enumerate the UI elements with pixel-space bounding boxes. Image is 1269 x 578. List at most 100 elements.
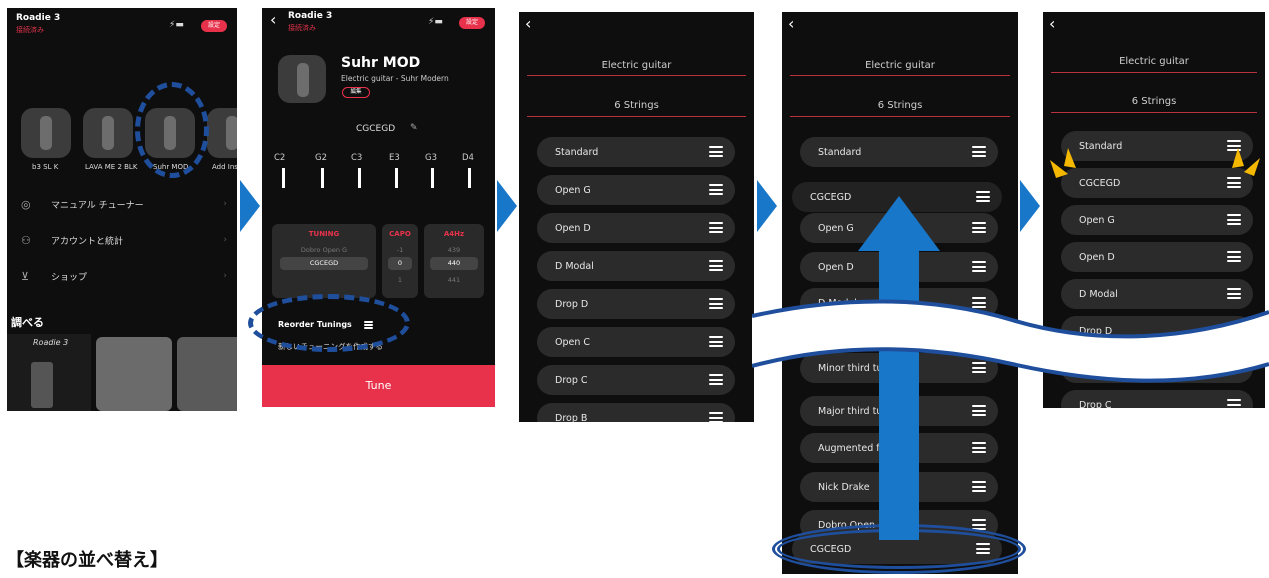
strings-header: 6 Strings bbox=[877, 100, 923, 111]
tuning-list-item[interactable]: Drop B bbox=[537, 403, 735, 422]
edit-pill[interactable]: 編集 bbox=[342, 87, 370, 98]
wave-break bbox=[752, 299, 1269, 383]
drag-handle-icon[interactable] bbox=[1227, 251, 1241, 263]
next-arrow-icon bbox=[240, 180, 260, 232]
drag-handle-icon[interactable] bbox=[1227, 214, 1241, 226]
edit-icon[interactable]: ✎ bbox=[410, 123, 418, 133]
tuning-label: Drop B bbox=[555, 412, 588, 423]
capo-picker[interactable]: CAPO -1 0 1 bbox=[382, 224, 418, 298]
drag-handle-icon[interactable] bbox=[709, 146, 723, 158]
drag-handle-icon[interactable] bbox=[972, 261, 986, 273]
promo-card-3[interactable] bbox=[177, 337, 237, 411]
tuning-list-item[interactable]: Standard bbox=[800, 137, 998, 167]
string-marker bbox=[468, 168, 471, 188]
menu-account[interactable]: ⚇ アカウントと統計 › bbox=[21, 231, 227, 249]
drag-handle-icon[interactable] bbox=[709, 222, 723, 234]
back-icon[interactable]: ‹ bbox=[788, 16, 794, 32]
connection-status: 接続済み bbox=[16, 26, 44, 34]
tuning-list-item[interactable]: Open D bbox=[537, 213, 735, 243]
tuning-list-item[interactable]: Open C bbox=[537, 327, 735, 357]
caption-title: 【楽器の並べ替え】 bbox=[6, 550, 168, 571]
instrument-subtitle: Electric guitar - Suhr Modern bbox=[341, 74, 449, 83]
divider bbox=[790, 75, 1010, 76]
settings-pill[interactable]: 設定 bbox=[459, 17, 485, 29]
tuning-list-item[interactable]: Open G bbox=[537, 175, 735, 205]
tuning-list-item[interactable]: Standard bbox=[537, 137, 735, 167]
drag-handle-icon[interactable] bbox=[1227, 399, 1241, 408]
tuning-label: Open C bbox=[555, 336, 591, 348]
highlight-oval bbox=[135, 82, 209, 178]
tuning-label: Drop C bbox=[555, 374, 588, 386]
divider bbox=[790, 116, 1010, 117]
back-icon[interactable]: ‹ bbox=[1049, 16, 1055, 32]
tuning-list-item[interactable]: Drop C bbox=[1061, 390, 1253, 408]
app-title: Roadie 3 bbox=[16, 13, 61, 23]
user-icon: ⚇ bbox=[21, 233, 31, 247]
add-instrument-tile[interactable] bbox=[207, 108, 237, 158]
strings-header: 6 Strings bbox=[1131, 96, 1177, 107]
drag-handle-icon[interactable] bbox=[976, 191, 990, 203]
drag-handle-icon[interactable] bbox=[709, 336, 723, 348]
tuning-label: Open D bbox=[818, 261, 854, 273]
app-title: Roadie 3 bbox=[288, 11, 333, 21]
drag-handle-icon[interactable] bbox=[972, 442, 986, 454]
next-arrow-icon bbox=[497, 180, 517, 232]
string-note: G3 bbox=[425, 153, 437, 163]
drag-handle-icon[interactable] bbox=[972, 146, 986, 158]
home-screen: Roadie 3 接続済み ⚡▬ 設定 b3 SL K LAVA ME 2 BL… bbox=[7, 8, 237, 411]
string-note: C2 bbox=[274, 153, 286, 163]
reorder-screen-start: ‹ Electric guitar 6 Strings Standard Open… bbox=[519, 12, 754, 422]
battery-icon: ⚡▬ bbox=[169, 20, 184, 30]
instrument-label: b3 SL K bbox=[32, 163, 59, 171]
tuning-list-item[interactable]: D Modal bbox=[537, 251, 735, 281]
back-icon[interactable]: ‹ bbox=[270, 12, 276, 28]
tuning-list-item[interactable]: Open G bbox=[1061, 205, 1253, 235]
divider bbox=[527, 75, 746, 76]
divider bbox=[1051, 112, 1257, 113]
string-note: E3 bbox=[389, 153, 400, 163]
tuning-picker[interactable]: TUNING Dobro Open G CGCEGD bbox=[272, 224, 376, 298]
category-header: Electric guitar bbox=[865, 60, 935, 71]
hz-picker[interactable]: A4Hz 439 440 441 bbox=[424, 224, 484, 298]
tuning-list-item[interactable]: Drop D bbox=[537, 289, 735, 319]
chevron-right-icon: › bbox=[223, 235, 227, 245]
tuning-name: CGCEGD bbox=[356, 124, 396, 134]
drag-handle-icon[interactable] bbox=[972, 222, 986, 234]
string-note: D4 bbox=[462, 153, 474, 163]
tutorial-stage: Roadie 3 接続済み ⚡▬ 設定 b3 SL K LAVA ME 2 BL… bbox=[0, 0, 1269, 578]
string-note: G2 bbox=[315, 153, 327, 163]
explore-heading: 調べる bbox=[11, 316, 44, 329]
tuning-label: Open G bbox=[818, 222, 854, 234]
promo-card-1[interactable]: Roadie 3 bbox=[7, 334, 91, 411]
drag-handle-icon[interactable] bbox=[709, 184, 723, 196]
drag-handle-icon[interactable] bbox=[709, 374, 723, 386]
tuning-label: Standard bbox=[818, 146, 862, 158]
menu-shop[interactable]: ⊻ ショップ › bbox=[21, 267, 227, 285]
tuning-label: Open D bbox=[1079, 251, 1115, 263]
back-icon[interactable]: ‹ bbox=[525, 16, 531, 32]
instrument-label: Add Ins bbox=[212, 163, 237, 171]
promo-card-2[interactable] bbox=[96, 337, 172, 411]
tuning-label: Open G bbox=[1079, 214, 1115, 226]
drag-handle-icon[interactable] bbox=[709, 412, 723, 422]
drag-handle-icon[interactable] bbox=[972, 481, 986, 493]
drag-handle-icon[interactable] bbox=[972, 405, 986, 417]
tuning-label: Open D bbox=[555, 222, 591, 234]
drag-handle-icon[interactable] bbox=[709, 260, 723, 272]
battery-icon: ⚡▬ bbox=[428, 17, 443, 27]
chevron-right-icon: › bbox=[223, 199, 227, 209]
divider bbox=[527, 116, 746, 117]
guitar-tile-1[interactable] bbox=[21, 108, 71, 158]
drag-handle-icon[interactable] bbox=[709, 298, 723, 310]
category-header: Electric guitar bbox=[601, 60, 672, 71]
tuning-list-item[interactable]: Drop C bbox=[537, 365, 735, 395]
settings-pill[interactable]: 設定 bbox=[201, 20, 227, 32]
guitar-tile-2[interactable] bbox=[83, 108, 133, 158]
device-image bbox=[31, 362, 53, 408]
tune-button[interactable]: Tune bbox=[262, 365, 495, 407]
menu-manual-tuner[interactable]: ◎ マニュアル チューナー › bbox=[21, 195, 227, 213]
tuning-label: Drop C bbox=[1079, 399, 1112, 409]
tuning-list-item[interactable]: Open D bbox=[1061, 242, 1253, 272]
next-arrow-icon bbox=[1020, 180, 1040, 232]
instrument-label: LAVA ME 2 BLK bbox=[85, 163, 138, 171]
